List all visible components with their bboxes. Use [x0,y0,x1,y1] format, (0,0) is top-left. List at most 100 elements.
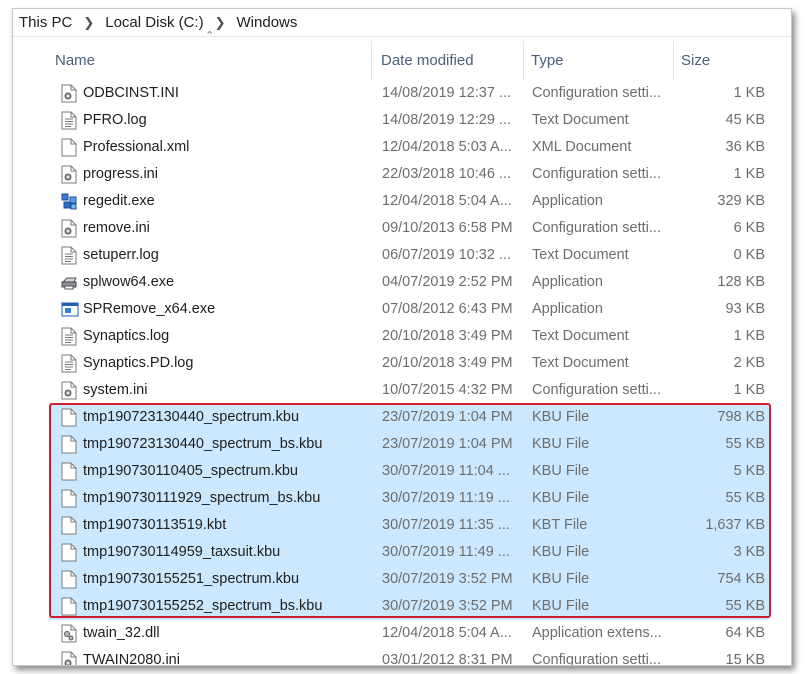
file-type: Configuration setti... [532,652,661,666]
file-size: 55 KB [725,490,766,506]
file-size: 55 KB [725,598,766,614]
file-name: tmp190730111929_spectrum_bs.kbu [83,490,321,506]
file-size: 2 KB [733,355,765,371]
file-size: 3 KB [733,544,765,560]
file-name: progress.ini [83,166,158,182]
file-row[interactable]: tmp190730111929_spectrum_bs.kbu 30/07/201… [49,485,769,513]
file-type: KBU File [532,463,590,479]
file-row[interactable]: setuperr.log 06/07/2019 10:32 ... Text Doc… [49,242,769,269]
file-name: twain_32.dll [83,625,160,641]
printer-icon [61,273,77,292]
file-size: 15 KB [725,652,766,666]
file-name: SPRemove_x64.exe [83,301,216,317]
file-size: 1,637 KB [705,517,765,533]
file-row[interactable]: tmp190730110405_spectrum.kbu 30/07/2019 1… [49,458,769,486]
file-name: ODBCINST.INI [83,85,179,101]
column-divider[interactable] [371,41,372,81]
file-name: tmp190730110405_spectrum.kbu [83,463,298,479]
file-type: Configuration setti... [532,166,661,182]
file-name: remove.ini [83,220,150,236]
file-type: Application extens... [532,625,662,641]
blank-file-icon [61,597,77,616]
file-size: 36 KB [725,139,766,155]
file-size: 798 KB [717,409,765,425]
file-date-modified: 30/07/2019 11:35 ... [382,517,510,533]
file-name: TWAIN2080.ini [83,652,180,666]
file-date-modified: 22/03/2018 10:46 ... [382,166,511,182]
file-name: tmp190730155252_spectrum_bs.kbu [83,598,323,614]
file-type: KBU File [532,409,590,425]
file-size: 64 KB [725,625,766,641]
file-row[interactable]: Professional.xml 12/04/2018 5:03 A... XML … [49,134,769,161]
text-file-icon [61,327,77,346]
breadcrumb-this-pc[interactable]: This PC [17,14,74,31]
blank-file-icon [61,489,77,508]
config-file-icon [61,381,77,400]
file-date-modified: 12/04/2018 5:03 A... [382,139,512,155]
blank-file-icon [61,516,77,535]
file-date-modified: 14/08/2019 12:37 ... [382,85,511,101]
file-date-modified: 06/07/2019 10:32 ... [382,247,511,263]
column-divider[interactable] [673,41,674,81]
file-date-modified: 30/07/2019 3:52 PM [382,571,513,587]
file-date-modified: 30/07/2019 3:52 PM [382,598,513,614]
file-type: KBU File [532,544,590,560]
file-row[interactable]: tmp190730113519.kbt 30/07/2019 11:35 ... K… [49,512,769,540]
breadcrumb-windows[interactable]: Windows [235,14,300,31]
file-date-modified: 14/08/2019 12:29 ... [382,112,511,128]
file-type: KBT File [532,517,588,533]
file-type: Application [532,274,603,290]
breadcrumb[interactable]: This PC ❯ Local Disk (C:) ❯ Windows [13,9,791,37]
file-size: 1 KB [733,328,765,344]
file-size: 5 KB [733,463,765,479]
file-row[interactable]: tmp190730155251_spectrum.kbu 30/07/2019 3… [49,566,769,594]
file-date-modified: 04/07/2019 2:52 PM [382,274,513,290]
file-name: tmp190723130440_spectrum.kbu [83,409,300,425]
file-date-modified: 12/04/2018 5:04 A... [382,625,512,641]
file-date-modified: 23/07/2019 1:04 PM [382,409,513,425]
breadcrumb-local-disk[interactable]: Local Disk (C:) [103,14,205,31]
file-type: Text Document [532,112,629,128]
file-row[interactable]: Synaptics.PD.log 20/10/2018 3:49 PM Text D… [49,350,769,377]
file-row[interactable]: system.ini 10/07/2015 4:32 PM Configuratio… [49,377,769,404]
column-header-size[interactable]: Size [681,41,710,81]
dll-file-icon [61,624,77,643]
file-row[interactable]: PFRO.log 14/08/2019 12:29 ... Text Documen… [49,107,769,134]
file-row[interactable]: SPRemove_x64.exe 07/08/2012 6:43 PM Applic… [49,296,769,323]
file-name: Synaptics.PD.log [83,355,194,371]
file-row[interactable]: ODBCINST.INI 14/08/2019 12:37 ... Configur… [49,80,769,107]
file-date-modified: 12/04/2018 5:04 A... [382,193,512,209]
config-file-icon [61,219,77,238]
sort-ascending-icon: ⌃ [205,30,215,42]
file-type: KBU File [532,571,590,587]
file-row[interactable]: TWAIN2080.ini 03/01/2012 8:31 PM Configura… [49,647,769,666]
column-header-date-modified[interactable]: Date modified [381,41,474,81]
file-date-modified: 30/07/2019 11:49 ... [382,544,510,560]
file-row[interactable]: tmp190723130440_spectrum_bs.kbu 23/07/201… [49,431,769,459]
file-date-modified: 03/01/2012 8:31 PM [382,652,513,666]
file-size: 128 KB [717,274,765,290]
file-row[interactable]: tmp190730155252_spectrum_bs.kbu 30/07/201… [49,593,769,621]
file-name: system.ini [83,382,148,398]
file-row[interactable]: twain_32.dll 12/04/2018 5:04 A... Applicat… [49,620,769,647]
file-row[interactable]: splwow64.exe 04/07/2019 2:52 PM Applicatio… [49,269,769,296]
text-file-icon [61,111,77,130]
file-row[interactable]: Synaptics.log 20/10/2018 3:49 PM Text Docu… [49,323,769,350]
file-type: Configuration setti... [532,85,661,101]
file-size: 93 KB [725,301,766,317]
column-header-name[interactable]: Name [55,41,95,81]
config-file-icon [61,651,77,665]
column-header-row: ⌃ Name Date modified Type Size [13,30,791,81]
regedit-icon [61,192,77,211]
blank-file-icon [61,570,77,589]
file-row[interactable]: tmp190730114959_taxsuit.kbu 30/07/2019 11… [49,539,769,567]
file-row[interactable]: progress.ini 22/03/2018 10:46 ... Configur… [49,161,769,188]
file-type: Configuration setti... [532,220,661,236]
file-name: Professional.xml [83,139,190,155]
column-divider[interactable] [523,41,524,81]
file-row[interactable]: tmp190723130440_spectrum.kbu 23/07/2019 1… [49,404,769,432]
chevron-right-icon[interactable]: ❯ [74,15,103,31]
column-header-type[interactable]: Type [531,41,564,81]
file-row[interactable]: remove.ini 09/10/2013 6:58 PM Configuratio… [49,215,769,242]
file-row[interactable]: regedit.exe 12/04/2018 5:04 A... Applicati… [49,188,769,215]
